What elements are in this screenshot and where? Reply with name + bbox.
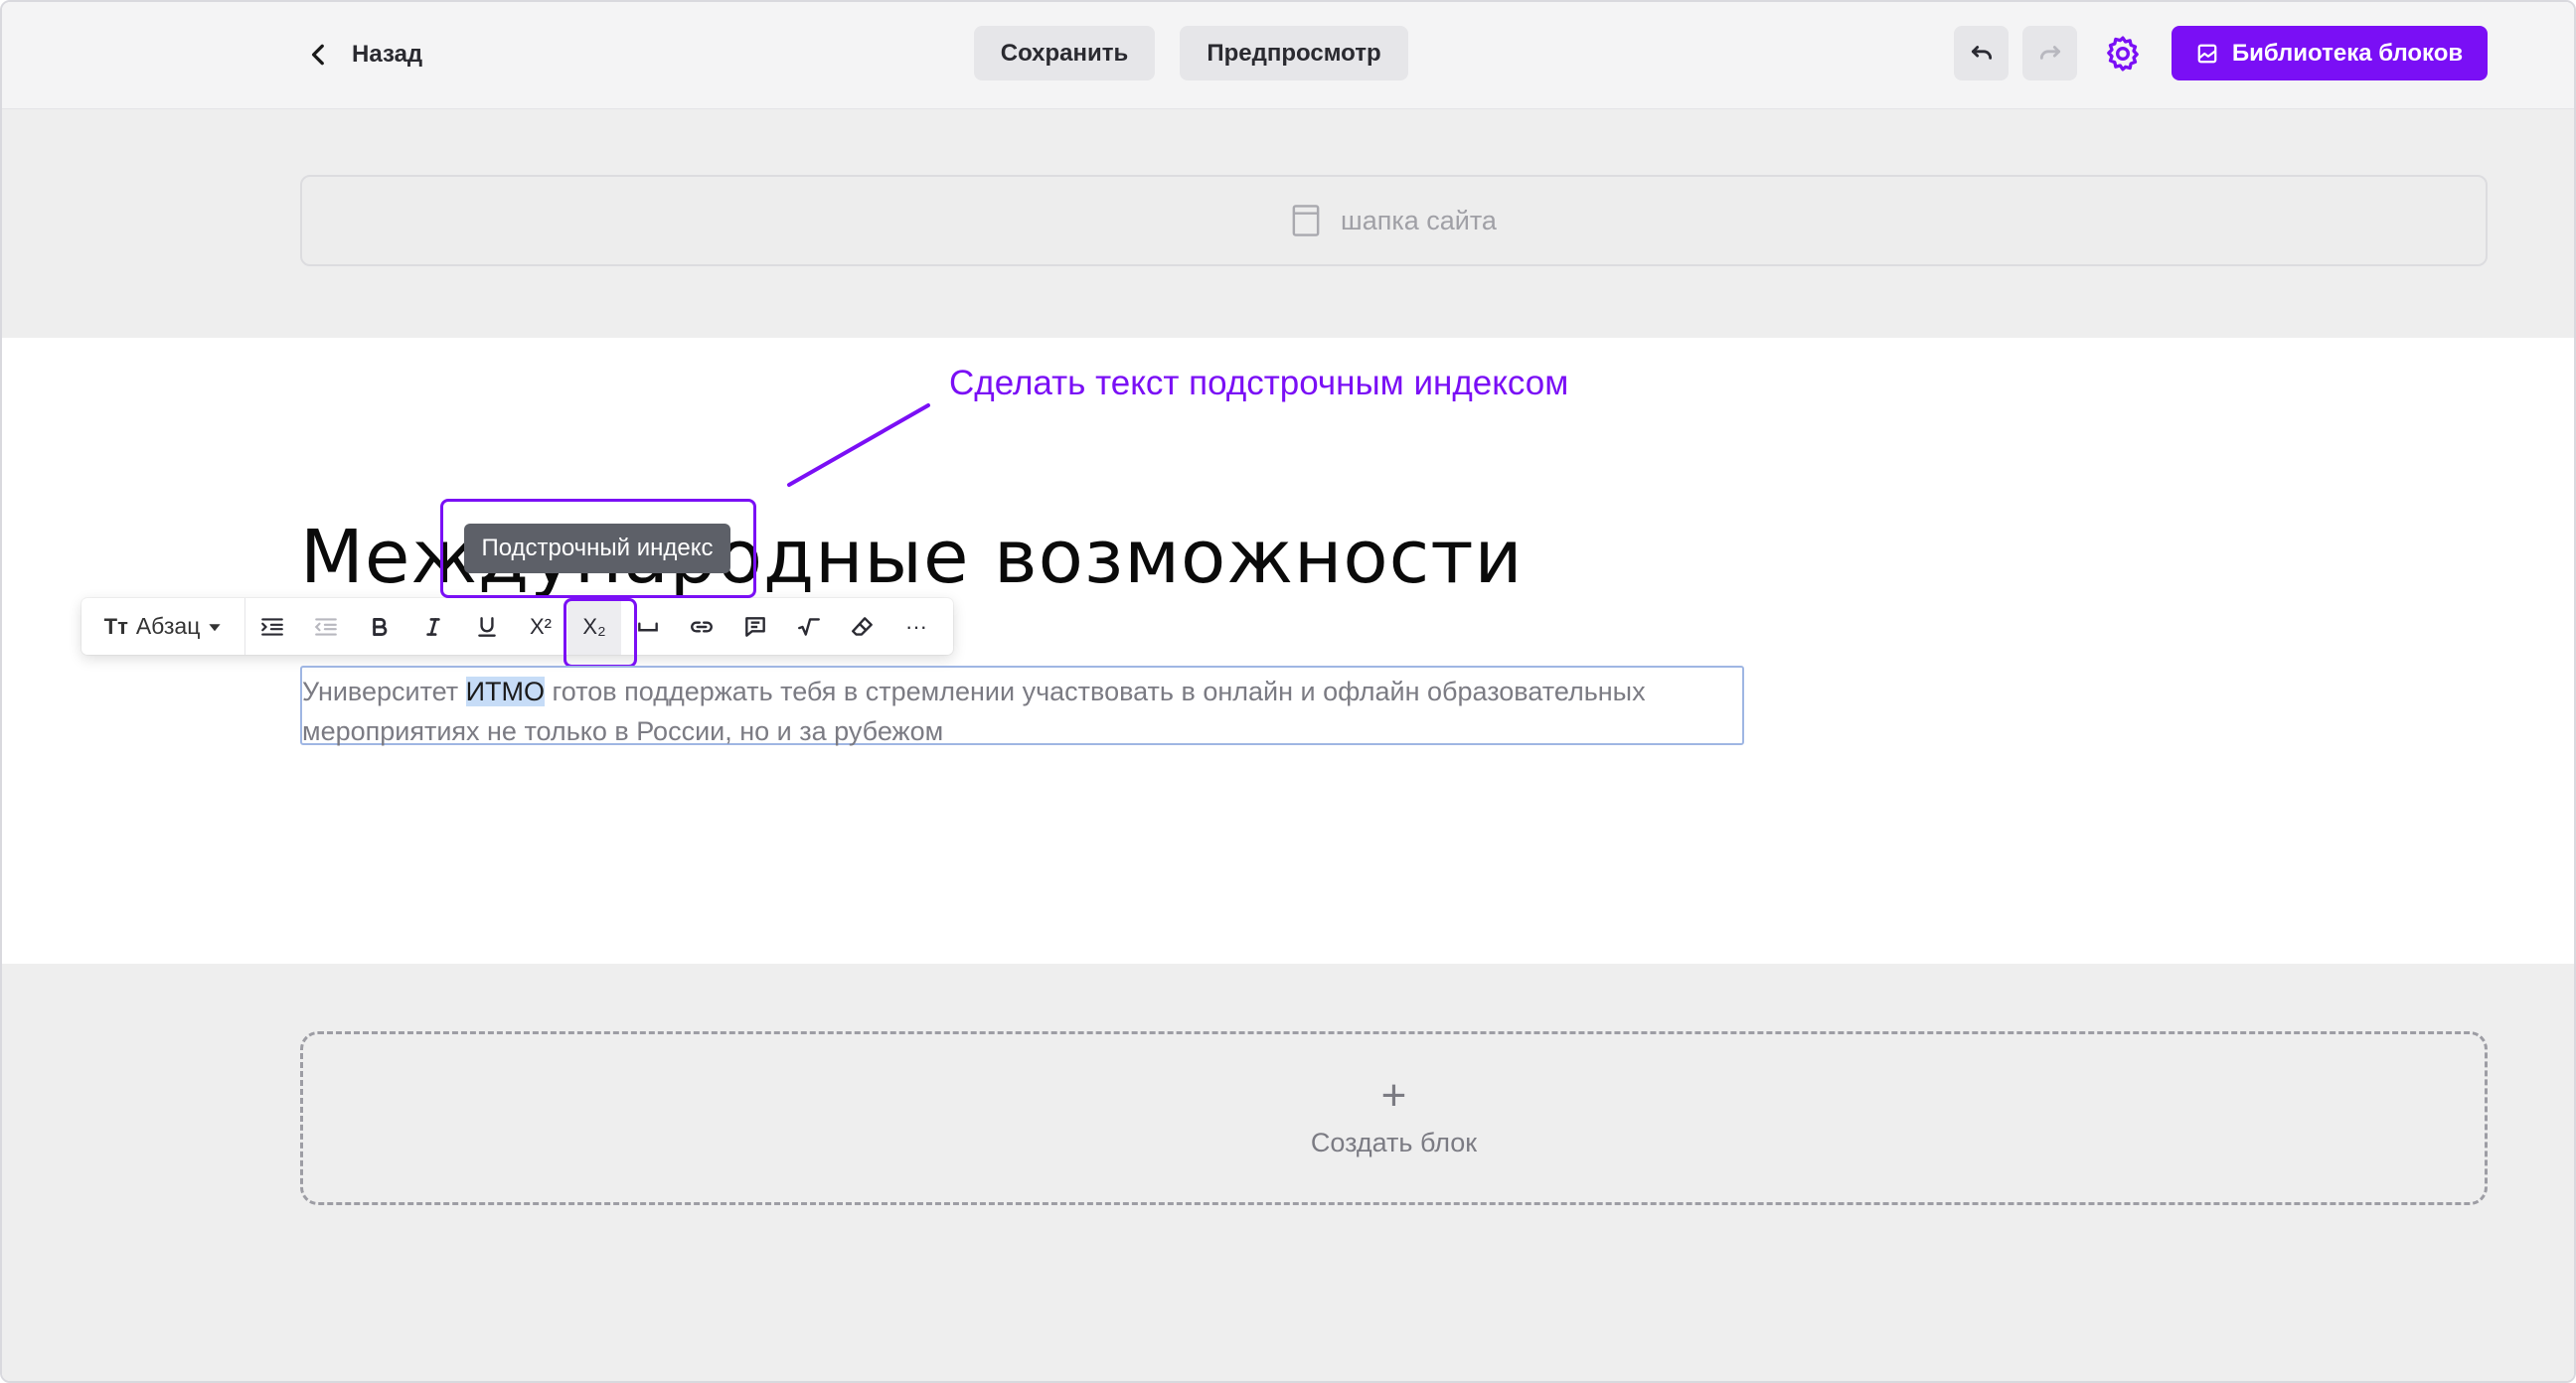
editor-window: Назад Сохранить Предпросмотр Библиотека … (0, 0, 2576, 1383)
block-library-button[interactable]: Библиотека блоков (2172, 26, 2488, 80)
site-header-label: шапка сайта (1341, 205, 1497, 235)
paragraph-text-field[interactable]: Университет ИТМО готов поддержать тебя в… (300, 666, 1744, 746)
indent-button[interactable] (245, 598, 299, 655)
plus-icon: + (1380, 1071, 1407, 1120)
site-header-block[interactable]: шапка сайта (300, 175, 2488, 266)
paragraph-style-label: Абзац (135, 613, 201, 639)
eraser-icon (852, 616, 873, 636)
header-zone: шапка сайта (2, 109, 2574, 338)
bold-button[interactable] (353, 598, 406, 655)
create-block-button[interactable]: + Создать блок (300, 1031, 2488, 1205)
outdent-icon (314, 617, 337, 636)
chevron-left-icon (311, 44, 324, 66)
paragraph-text-before: Университет (302, 677, 466, 706)
clear-format-button[interactable] (836, 598, 889, 655)
nonbreaking-space-button[interactable] (621, 598, 675, 655)
redo-icon (2039, 45, 2060, 60)
create-block-label: Создать блок (1310, 1128, 1478, 1157)
redo-button[interactable] (2022, 26, 2077, 80)
text-format-toolbar: Tт Абзац X² X₂ ··· (81, 598, 953, 655)
italic-icon (426, 617, 440, 636)
undo-button[interactable] (1954, 26, 2009, 80)
subscript-button[interactable]: X₂ (567, 598, 621, 655)
space-icon (638, 622, 658, 631)
annotation-text: Сделать текст подстрочным индексом (949, 364, 1569, 402)
bold-icon (373, 617, 388, 636)
caret-down-icon (209, 623, 221, 631)
formula-button[interactable] (782, 598, 836, 655)
comment-icon (745, 616, 765, 637)
sqrt-icon (798, 617, 820, 636)
block-library-label: Библиотека блоков (2231, 39, 2464, 67)
paragraph-style-dropdown[interactable]: Tт Абзац (81, 598, 245, 655)
back-label: Назад (352, 41, 423, 68)
gear-icon (2107, 36, 2139, 72)
underline-button[interactable] (460, 598, 514, 655)
outdent-button[interactable] (299, 598, 353, 655)
underline-icon (478, 616, 496, 637)
link-button[interactable] (675, 598, 728, 655)
page-icon (1292, 205, 1320, 236)
text-style-icon: Tт (103, 613, 128, 639)
more-options-button[interactable]: ··· (889, 598, 943, 655)
content-block: Сделать текст подстрочным индексом Между… (2, 338, 2574, 964)
selected-text: ИТМО (465, 677, 546, 706)
italic-button[interactable] (406, 598, 460, 655)
subscript-tooltip: Подстрочный индекс (464, 524, 730, 573)
preview-button[interactable]: Предпросмотр (1180, 26, 1408, 80)
superscript-button[interactable]: X² (514, 598, 567, 655)
comment-button[interactable] (728, 598, 782, 655)
settings-button[interactable] (2099, 30, 2147, 77)
back-button[interactable]: Назад (306, 32, 422, 77)
link-icon (691, 620, 713, 633)
image-icon (2197, 44, 2217, 63)
top-bar: Назад Сохранить Предпросмотр Библиотека … (2, 2, 2574, 109)
footer-zone: + Создать блок (2, 964, 2574, 1381)
indent-icon (261, 617, 283, 636)
save-button[interactable]: Сохранить (974, 26, 1155, 80)
undo-icon (1971, 45, 1992, 60)
